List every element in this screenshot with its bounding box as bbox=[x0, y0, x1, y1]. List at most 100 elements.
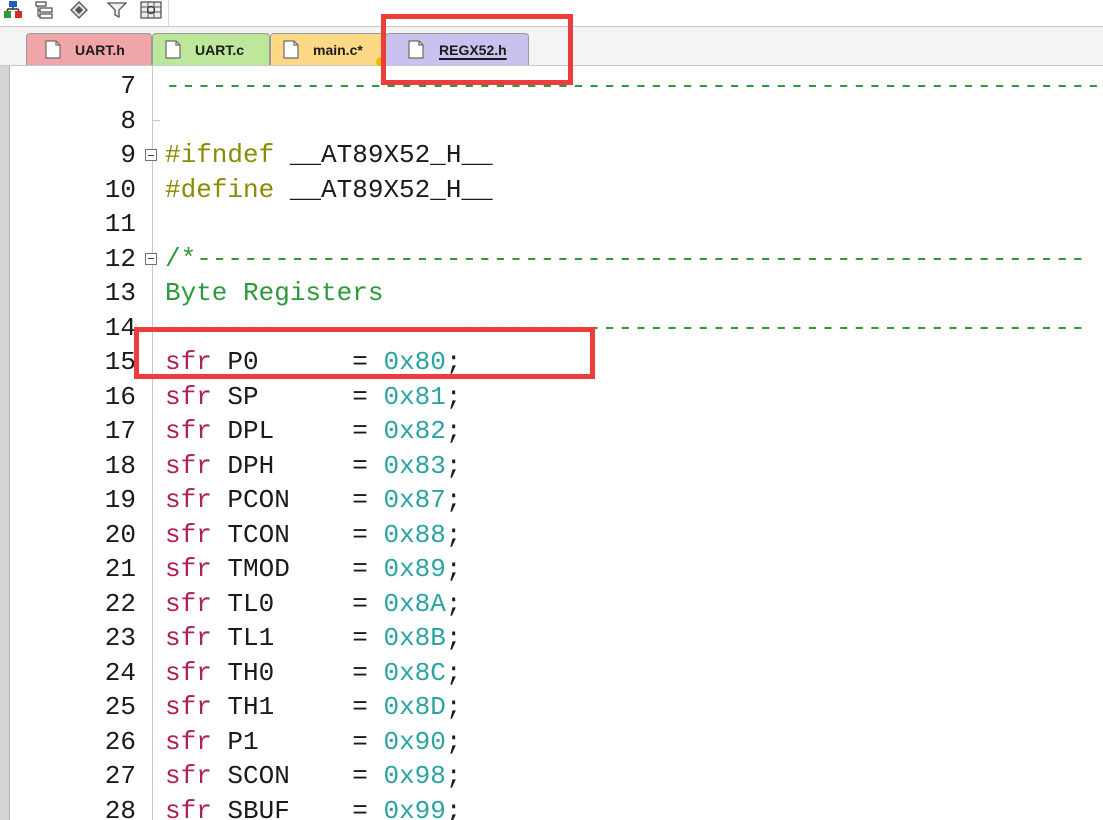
line-number: 22 bbox=[104, 588, 136, 619]
line-number: 13 bbox=[104, 278, 136, 308]
line-number: 27 bbox=[104, 761, 136, 791]
code-line[interactable]: 24 sfr TH0 = 0x8C; bbox=[0, 656, 1103, 691]
code-token: ----------------------------------------… bbox=[165, 312, 1086, 343]
code-token: DPL bbox=[227, 416, 353, 446]
code-line[interactable]: 8 bbox=[0, 103, 1103, 139]
tab-label: REGX52.h bbox=[439, 42, 507, 58]
code-token: #define bbox=[165, 174, 290, 205]
code-text: sfr TL1 = 0x8B; bbox=[165, 621, 462, 655]
toolbar-divider bbox=[168, 0, 169, 26]
code-token: TH1 bbox=[227, 692, 353, 722]
code-text: sfr SBUF = 0x99; bbox=[165, 794, 462, 820]
code-token: sfr bbox=[165, 657, 228, 688]
fold-toggle-icon[interactable] bbox=[145, 149, 157, 161]
code-token: ; bbox=[445, 623, 462, 653]
code-text: ----------------------------------------… bbox=[165, 69, 1101, 103]
code-line[interactable]: 12 /*------------------------------------… bbox=[0, 242, 1103, 277]
code-token: = bbox=[352, 726, 384, 757]
tab-regx52-h[interactable]: REGX52.h bbox=[385, 33, 529, 65]
code-token: sfr bbox=[165, 347, 228, 377]
code-line[interactable]: 25 sfr TH1 = 0x8D; bbox=[0, 690, 1103, 725]
code-token: 0x80 bbox=[383, 347, 446, 377]
code-line[interactable]: 10 #define __AT89X52_H__ bbox=[0, 173, 1103, 208]
code-token: ; bbox=[445, 554, 462, 584]
ide-window: UART.h UART.c main.c* REGX52.h 7 -------… bbox=[0, 0, 1103, 820]
code-token: ; bbox=[445, 450, 462, 481]
fold-toggle-icon[interactable] bbox=[145, 252, 157, 265]
code-token: sfr bbox=[165, 761, 228, 791]
code-token: TL0 bbox=[227, 588, 353, 619]
code-token: = bbox=[352, 761, 384, 791]
code-token: = bbox=[352, 623, 384, 653]
code-text: ----------------------------------------… bbox=[165, 311, 1086, 345]
tab-uart-h[interactable]: UART.h bbox=[26, 33, 152, 65]
code-text: sfr SP = 0x81; bbox=[165, 380, 462, 414]
code-token: sfr bbox=[165, 381, 228, 412]
code-token: sfr bbox=[165, 450, 228, 481]
code-text: sfr DPH = 0x83; bbox=[165, 449, 462, 483]
code-token: P0 bbox=[227, 347, 353, 377]
code-text: #ifndef __AT89X52_H__ bbox=[165, 138, 493, 172]
fold-end-marker bbox=[152, 103, 160, 121]
code-line[interactable]: 11 bbox=[0, 207, 1103, 242]
code-line[interactable]: 9 #ifndef __AT89X52_H__ bbox=[0, 138, 1103, 173]
code-line[interactable]: 18 sfr DPH = 0x83; bbox=[0, 449, 1103, 484]
code-line[interactable]: 22 sfr TL0 = 0x8A; bbox=[0, 587, 1103, 622]
code-line[interactable]: 21 sfr TMOD = 0x89; bbox=[0, 552, 1103, 587]
grid-icon[interactable] bbox=[138, 0, 164, 20]
line-number: 16 bbox=[104, 381, 136, 412]
code-text: sfr TMOD = 0x89; bbox=[165, 552, 462, 586]
code-token: = bbox=[352, 347, 384, 377]
code-token: ; bbox=[445, 347, 462, 377]
code-text: sfr DPL = 0x82; bbox=[165, 414, 462, 448]
code-line[interactable]: 13 Byte Registers bbox=[0, 276, 1103, 311]
list-icon[interactable] bbox=[32, 0, 58, 20]
tab-label: UART.h bbox=[75, 42, 125, 58]
code-token: = bbox=[352, 416, 384, 446]
code-token: ; bbox=[445, 381, 462, 412]
code-line[interactable]: 27 sfr SCON = 0x98; bbox=[0, 759, 1103, 794]
code-token: PCON bbox=[227, 485, 353, 515]
line-number: 23 bbox=[104, 623, 136, 653]
code-token: __AT89X52_H__ bbox=[289, 140, 493, 170]
code-token: P1 bbox=[227, 726, 353, 757]
file-icon bbox=[408, 40, 424, 59]
code-token: 0x87 bbox=[383, 485, 446, 515]
filter-icon[interactable] bbox=[104, 0, 130, 20]
diamond-icon[interactable] bbox=[66, 0, 92, 20]
file-icon bbox=[45, 40, 61, 59]
code-line[interactable]: 16 sfr SP = 0x81; bbox=[0, 380, 1103, 415]
code-token: ; bbox=[445, 692, 462, 722]
code-line[interactable]: 14 --------------------------------------… bbox=[0, 311, 1103, 346]
code-token: sfr bbox=[165, 519, 228, 550]
code-line[interactable]: 26 sfr P1 = 0x90; bbox=[0, 725, 1103, 760]
tree-icon[interactable] bbox=[0, 0, 26, 20]
tab-uart-c[interactable]: UART.c bbox=[152, 33, 270, 65]
line-number: 20 bbox=[104, 519, 136, 550]
code-line[interactable]: 20 sfr TCON = 0x88; bbox=[0, 518, 1103, 553]
code-token: SBUF bbox=[227, 795, 353, 820]
code-line[interactable]: 15 sfr P0 = 0x80; bbox=[0, 345, 1103, 380]
code-token: ; bbox=[445, 588, 462, 619]
line-number: 28 bbox=[104, 795, 136, 820]
code-token: sfr bbox=[165, 554, 228, 584]
code-text: sfr PCON = 0x87; bbox=[165, 483, 462, 517]
file-icon bbox=[165, 40, 181, 59]
code-text: sfr SCON = 0x98; bbox=[165, 759, 462, 793]
code-token: = bbox=[352, 795, 384, 820]
code-line[interactable]: 7 ---------------------------------------… bbox=[0, 69, 1103, 104]
code-token: ; bbox=[445, 726, 462, 757]
code-line[interactable]: 19 sfr PCON = 0x87; bbox=[0, 483, 1103, 518]
code-line[interactable]: 17 sfr DPL = 0x82; bbox=[0, 414, 1103, 449]
code-token: = bbox=[352, 485, 384, 515]
code-token: = bbox=[352, 657, 384, 688]
code-token: sfr bbox=[165, 795, 228, 820]
code-token: 0x8D bbox=[383, 692, 446, 722]
code-token: = bbox=[352, 381, 384, 412]
code-editor[interactable]: 7 ---------------------------------------… bbox=[0, 66, 1103, 820]
code-line[interactable]: 23 sfr TL1 = 0x8B; bbox=[0, 621, 1103, 656]
code-token: 0x82 bbox=[383, 416, 446, 446]
code-token: 0x98 bbox=[383, 761, 446, 791]
tab-main-c[interactable]: main.c* bbox=[270, 33, 385, 65]
code-line[interactable]: 28 sfr SBUF = 0x99; bbox=[0, 794, 1103, 820]
